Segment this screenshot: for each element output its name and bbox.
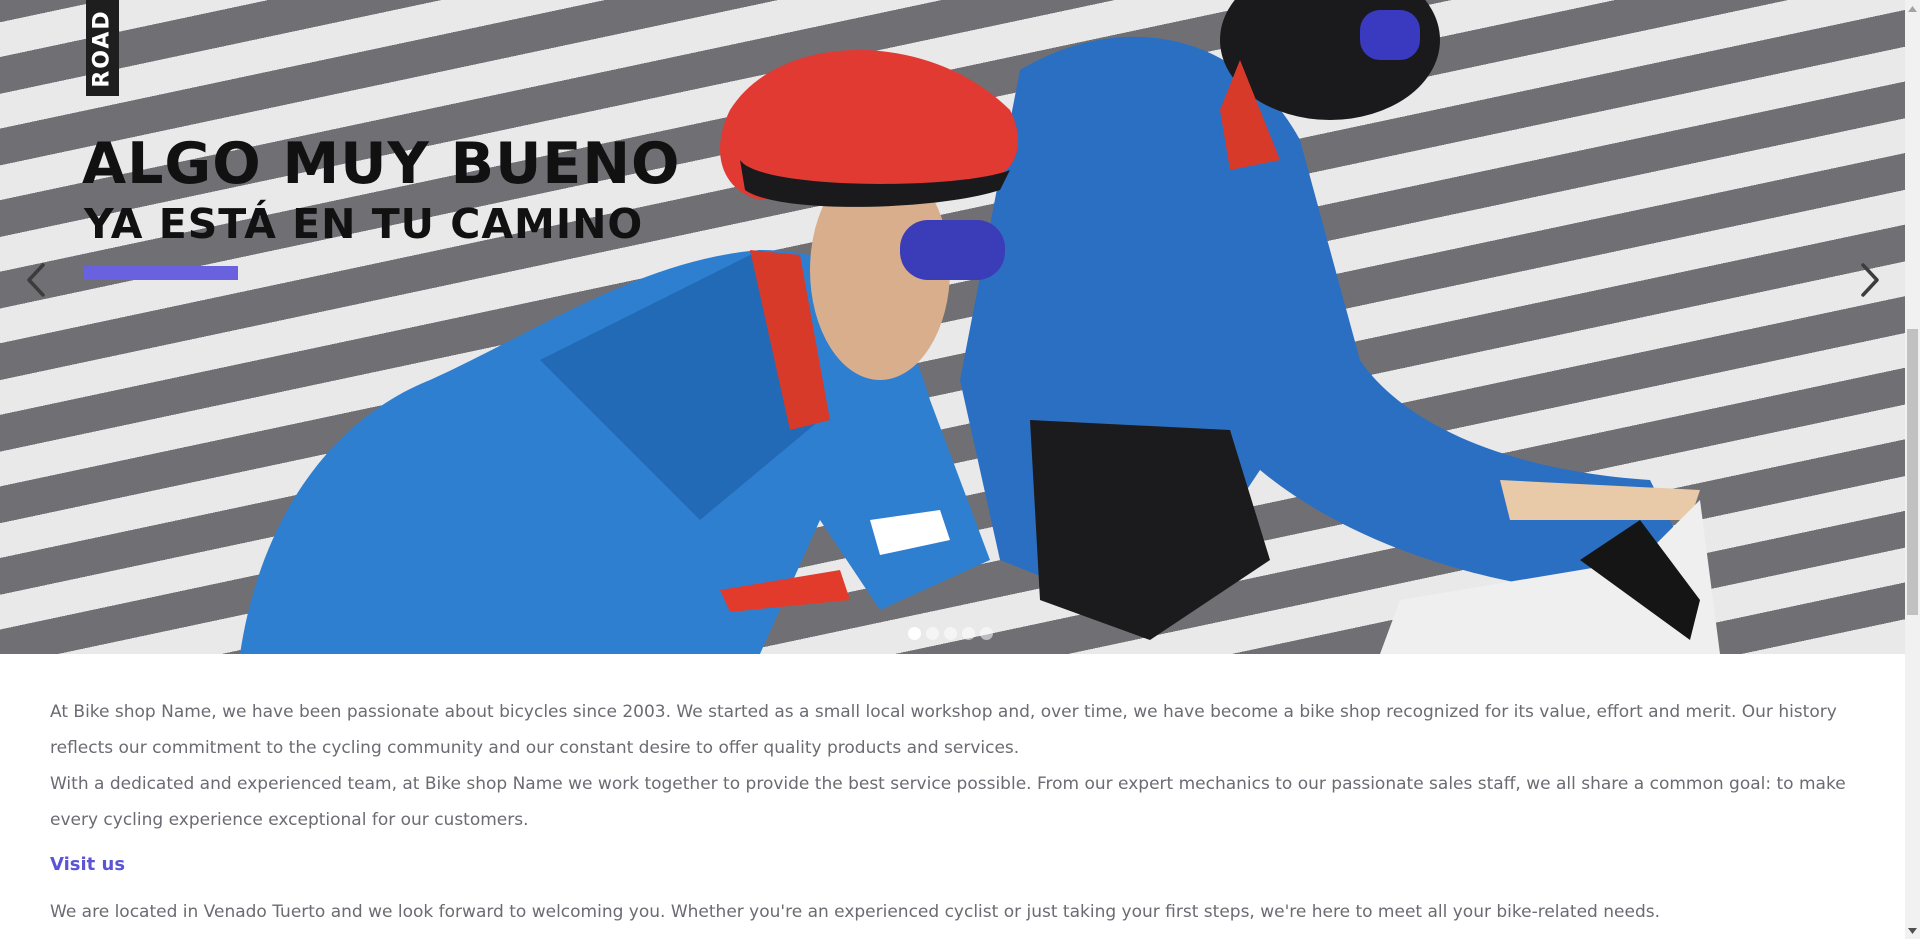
- visit-us-paragraph: We are located in Venado Tuerto and we l…: [50, 902, 1660, 922]
- carousel-indicators: [908, 627, 993, 640]
- road-tag-label: ROAD: [90, 8, 115, 88]
- headline-accent-bar: [84, 266, 238, 280]
- hero-headline-primary: ALGO MUY BUENO: [82, 131, 681, 197]
- scroll-up-button[interactable]: [1905, 0, 1920, 17]
- carousel-next-button[interactable]: [1850, 260, 1890, 300]
- about-paragraph-team: With a dedicated and experienced team, a…: [50, 774, 1846, 830]
- scrollbar-thumb[interactable]: [1907, 329, 1918, 615]
- about-paragraph-history: At Bike shop Name, we have been passiona…: [50, 702, 1837, 758]
- chevron-left-icon: [27, 263, 45, 297]
- page-scrollbar[interactable]: [1905, 0, 1920, 939]
- hero-carousel: ROAD ALGO MUY BUENO YA ESTÁ EN TU CAMINO: [0, 0, 1905, 654]
- hero-image: [240, 0, 1720, 654]
- carousel-dot-4[interactable]: [962, 627, 975, 640]
- carousel-dot-1[interactable]: [908, 627, 921, 640]
- about-section: At Bike shop Name, we have been passiona…: [50, 694, 1860, 922]
- carousel-prev-button[interactable]: [16, 260, 56, 300]
- chevron-right-icon: [1861, 263, 1879, 297]
- carousel-dot-5[interactable]: [980, 627, 993, 640]
- hero-headline-secondary: YA ESTÁ EN TU CAMINO: [84, 200, 644, 248]
- visit-us-heading: Visit us: [50, 854, 126, 875]
- carousel-dot-2[interactable]: [926, 627, 939, 640]
- scroll-down-button[interactable]: [1905, 922, 1920, 939]
- page: ROAD ALGO MUY BUENO YA ESTÁ EN TU CAMINO…: [0, 0, 1905, 939]
- caret-down-icon: [1908, 927, 1917, 934]
- caret-up-icon: [1908, 5, 1917, 12]
- carousel-dot-3[interactable]: [944, 627, 957, 640]
- road-category-tag: ROAD: [86, 0, 119, 96]
